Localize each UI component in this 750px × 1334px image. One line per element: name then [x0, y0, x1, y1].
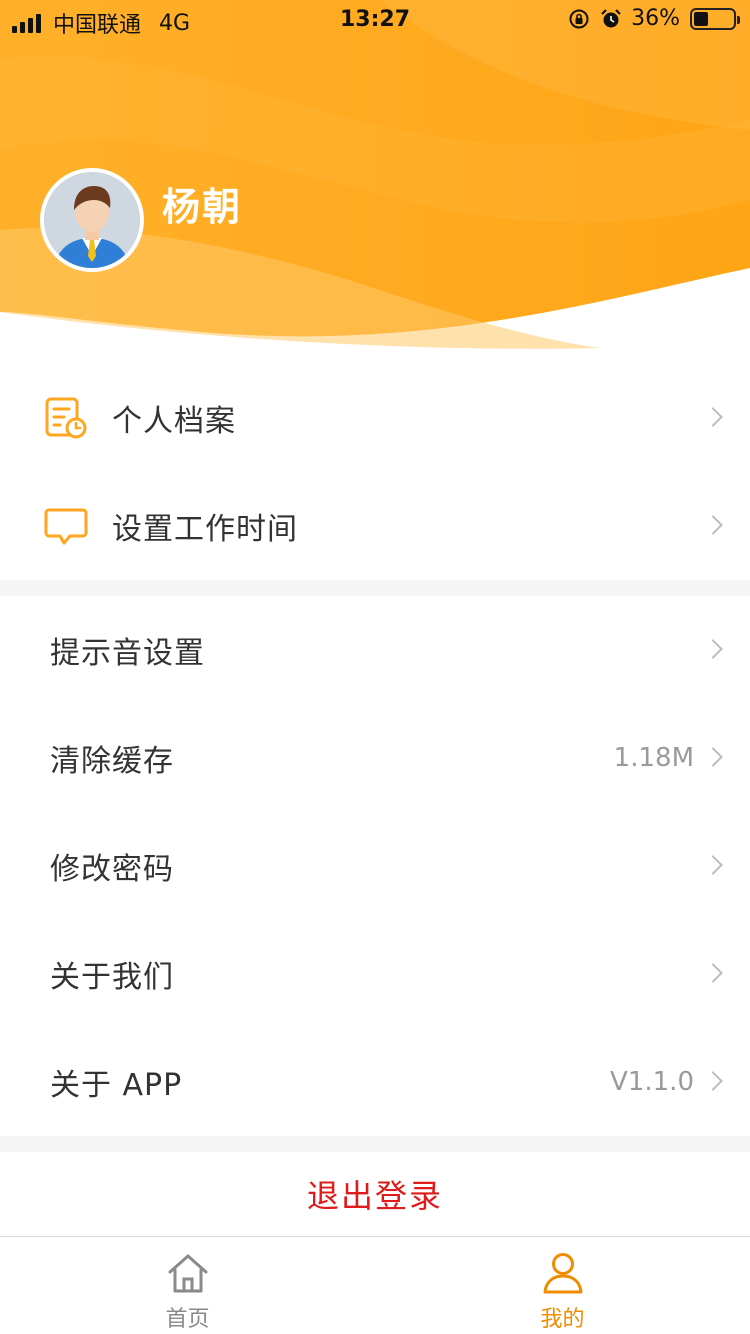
menu-item-label: 关于 APP: [50, 1068, 183, 1103]
menu-item-about-us[interactable]: 关于我们: [0, 920, 750, 1028]
chevron-right-icon: [703, 963, 723, 983]
battery-icon: [690, 7, 740, 30]
menu-item-sound-settings[interactable]: 提示音设置: [0, 596, 750, 704]
menu-item-about-app[interactable]: 关于 APP V1.1.0: [0, 1028, 750, 1136]
user-icon: [543, 1253, 582, 1294]
home-icon: [168, 1254, 207, 1293]
chevron-right-icon: [703, 747, 723, 767]
chevron-right-icon: [703, 407, 723, 427]
bottom-tab-bar: 首页 我的: [0, 1236, 750, 1334]
chevron-right-icon: [703, 855, 723, 875]
battery-percent: 36%: [631, 6, 680, 31]
status-bar: 中国联通 4G 13:27 36%: [0, 0, 750, 40]
tab-label: 我的: [540, 1307, 585, 1332]
tab-label: 首页: [165, 1307, 210, 1332]
avatar[interactable]: [40, 168, 144, 272]
logout-button[interactable]: 退出登录: [0, 1152, 750, 1236]
tab-mine[interactable]: 我的: [375, 1237, 750, 1334]
settings-menu-section: 提示音设置 清除缓存 1.18M 修改密码 关于我们 关于 APP V1.1.0: [0, 596, 750, 1136]
menu-item-work-time[interactable]: 设置工作时间: [0, 472, 750, 580]
menu-item-label: 清除缓存: [50, 744, 174, 779]
rotation-lock-icon: [569, 9, 589, 28]
menu-item-change-password[interactable]: 修改密码: [0, 812, 750, 920]
chevron-right-icon: [703, 1071, 723, 1091]
app-version: V1.1.0: [610, 1067, 694, 1097]
chevron-right-icon: [703, 515, 723, 535]
menu-item-label: 关于我们: [50, 960, 174, 995]
profile-header: 中国联通 4G 13:27 36% 杨朝: [0, 0, 750, 352]
logout-section: 退出登录: [0, 1152, 750, 1236]
menu-item-label: 修改密码: [50, 852, 174, 887]
menu-item-clear-cache[interactable]: 清除缓存 1.18M: [0, 704, 750, 812]
alarm-icon: [601, 8, 621, 27]
profile-document-icon: [45, 397, 87, 439]
cache-size: 1.18M: [613, 743, 694, 773]
user-name: 杨朝: [162, 185, 243, 229]
menu-item-profile-archive[interactable]: 个人档案: [0, 364, 750, 472]
chat-bubble-icon: [44, 508, 88, 545]
tab-home[interactable]: 首页: [0, 1237, 375, 1334]
menu-item-label: 个人档案: [112, 404, 236, 439]
profile-menu-section: 个人档案 设置工作时间: [0, 352, 750, 580]
user-avatar-illustration: [44, 172, 140, 268]
menu-item-label: 提示音设置: [50, 636, 205, 671]
menu-item-label: 设置工作时间: [112, 512, 298, 547]
chevron-right-icon: [703, 639, 723, 659]
